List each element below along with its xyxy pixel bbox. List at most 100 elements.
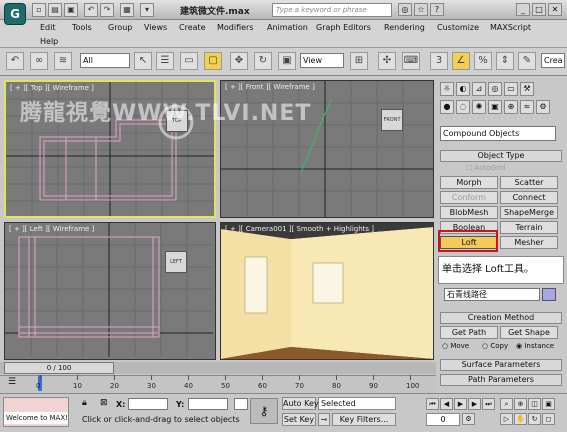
lights-icon[interactable]: ✺: [472, 100, 486, 114]
select-and-manipulate-icon[interactable]: ✣: [378, 52, 396, 70]
undo-icon[interactable]: ↶: [84, 3, 98, 17]
viewport-camera-label[interactable]: [ + ][ Camera001 ][ Smooth + Highlights …: [225, 225, 374, 233]
pan-icon[interactable]: ✋: [514, 413, 527, 425]
key-mode-icon[interactable]: ⚷: [250, 398, 278, 424]
maximize-button[interactable]: □: [532, 3, 546, 16]
save-file-icon[interactable]: ▣: [64, 3, 78, 17]
menu-help[interactable]: Help: [40, 37, 58, 46]
pivot-center-icon[interactable]: ⊞: [350, 52, 368, 70]
set-key-button[interactable]: Set Key: [282, 413, 316, 426]
viewport-front[interactable]: [ + ][ Front ][ Wireframe ] FRONT: [220, 80, 434, 218]
select-and-link-icon[interactable]: ∞: [30, 52, 48, 70]
geometry-icon[interactable]: ●: [440, 100, 454, 114]
spinner-snap-icon[interactable]: ⇕: [496, 52, 514, 70]
category-dropdown[interactable]: Compound Objects: [440, 126, 556, 141]
terrain-button[interactable]: Terrain: [500, 221, 558, 234]
named-selection-set-dropdown[interactable]: Crea: [541, 53, 565, 68]
keyboard-shortcut-override-icon[interactable]: ⌨: [402, 52, 420, 70]
snaps-toggle-icon[interactable]: 3: [430, 52, 448, 70]
utilities-tab-icon[interactable]: ⚒: [520, 82, 534, 96]
play-icon[interactable]: ▶: [454, 398, 467, 410]
zoom-extents-icon[interactable]: ◫: [528, 398, 541, 410]
viewcube-top-icon[interactable]: TOP: [166, 110, 188, 132]
undo-toolbar-icon[interactable]: ↶: [6, 52, 24, 70]
morph-button[interactable]: Morph: [440, 176, 498, 189]
shapemerge-button[interactable]: ShapeMerge: [500, 206, 558, 219]
mesher-button[interactable]: Mesher: [500, 236, 558, 249]
app-logo-icon[interactable]: G: [4, 3, 26, 25]
close-button[interactable]: ✕: [548, 3, 562, 16]
auto-key-button[interactable]: Auto Key: [282, 397, 319, 410]
zoom-all-icon[interactable]: ⊕: [514, 398, 527, 410]
menu-rendering[interactable]: Rendering: [384, 23, 425, 32]
fetch-icon[interactable]: ▾: [140, 3, 154, 17]
get-shape-button[interactable]: Get Shape: [500, 326, 558, 339]
star-icon[interactable]: ☆: [414, 3, 428, 16]
copy-radio[interactable]: ○ Copy: [482, 342, 508, 350]
create-tab-icon[interactable]: ☼: [440, 82, 454, 96]
modify-tab-icon[interactable]: ◐: [456, 82, 470, 96]
menu-customize[interactable]: Customize: [437, 23, 479, 32]
menu-create[interactable]: Create: [179, 23, 206, 32]
scatter-button[interactable]: Scatter: [500, 176, 558, 189]
menu-views[interactable]: Views: [144, 23, 167, 32]
viewport-camera[interactable]: [ + ][ Camera001 ][ Smooth + Highlights …: [220, 222, 434, 360]
viewport-left[interactable]: [ + ][ Left ][ Wireframe ] LEFT: [4, 222, 216, 360]
menu-maxscript[interactable]: MAXScript: [490, 23, 531, 32]
menu-edit[interactable]: Edit: [40, 23, 56, 32]
time-slider[interactable]: 0 / 100: [4, 362, 114, 374]
path-parameters-rollout-header[interactable]: Path Parameters: [440, 374, 562, 386]
creation-method-rollout-header[interactable]: Creation Method: [440, 312, 562, 324]
surface-parameters-rollout-header[interactable]: Surface Parameters: [440, 359, 562, 371]
help-icon[interactable]: ?: [430, 3, 444, 16]
current-frame-field[interactable]: 0: [426, 413, 460, 426]
autogrid-checkbox[interactable]: ☐ AutoGrid: [466, 164, 505, 172]
cameras-icon[interactable]: ▣: [488, 100, 502, 114]
viewport-front-label[interactable]: [ + ][ Front ][ Wireframe ]: [225, 83, 315, 91]
x-coord-field[interactable]: [128, 398, 168, 410]
absolute-mode-icon[interactable]: ⊠: [100, 398, 108, 408]
open-file-icon[interactable]: ▤: [48, 3, 62, 17]
new-file-icon[interactable]: ▫: [32, 3, 46, 17]
window-crossing-icon[interactable]: ▢: [204, 52, 222, 70]
key-filters-button[interactable]: Key Filters...: [332, 413, 396, 426]
object-name-field[interactable]: 石青线路径: [444, 288, 540, 301]
angle-snap-icon[interactable]: ∠: [452, 52, 470, 70]
hold-icon[interactable]: ▦: [120, 3, 134, 17]
menu-animation[interactable]: Animation: [267, 23, 308, 32]
space-warps-icon[interactable]: ≈: [520, 100, 534, 114]
z-coord-field[interactable]: [234, 398, 248, 410]
time-configuration-icon[interactable]: ⚙: [462, 413, 475, 425]
maximize-viewport-icon[interactable]: ◻: [542, 413, 555, 425]
search-input[interactable]: Type a keyword or phrase: [272, 3, 392, 17]
viewport-top[interactable]: [ + ][ Top ][ Wireframe ] TOP: [4, 80, 216, 218]
binoculars-icon[interactable]: ◎: [398, 3, 412, 16]
menu-group[interactable]: Group: [108, 23, 132, 32]
select-object-icon[interactable]: ↖: [134, 52, 152, 70]
orbit-icon[interactable]: ↻: [528, 413, 541, 425]
field-of-view-icon[interactable]: ▷: [500, 413, 513, 425]
zoom-icon[interactable]: ⌕: [500, 398, 513, 410]
viewport-top-label[interactable]: [ + ][ Top ][ Wireframe ]: [10, 84, 94, 92]
go-to-end-icon[interactable]: ⏭: [482, 398, 495, 410]
y-coord-field[interactable]: [188, 398, 228, 410]
move-radio[interactable]: ○ Move: [442, 342, 469, 350]
next-frame-icon[interactable]: ▶: [468, 398, 481, 410]
instance-radio[interactable]: ◉ Instance: [516, 342, 554, 350]
select-and-scale-icon[interactable]: ▣: [278, 52, 296, 70]
get-path-button[interactable]: Get Path: [440, 326, 498, 339]
object-type-rollout-header[interactable]: Object Type: [440, 150, 562, 162]
motion-tab-icon[interactable]: ◎: [488, 82, 502, 96]
go-to-start-icon[interactable]: ⏮: [426, 398, 439, 410]
key-filter-dropdown[interactable]: Selected: [318, 397, 396, 410]
helpers-icon[interactable]: ⊕: [504, 100, 518, 114]
shapes-icon[interactable]: ◌: [456, 100, 470, 114]
hierarchy-tab-icon[interactable]: ⊿: [472, 82, 486, 96]
viewport-left-label[interactable]: [ + ][ Left ][ Wireframe ]: [9, 225, 94, 233]
object-color-swatch[interactable]: [542, 288, 556, 301]
blobmesh-button[interactable]: BlobMesh: [440, 206, 498, 219]
rectangular-selection-icon[interactable]: ▭: [180, 52, 198, 70]
viewcube-left-icon[interactable]: LEFT: [165, 251, 187, 273]
zoom-extents-all-icon[interactable]: ▣: [542, 398, 555, 410]
select-and-move-icon[interactable]: ✥: [230, 52, 248, 70]
